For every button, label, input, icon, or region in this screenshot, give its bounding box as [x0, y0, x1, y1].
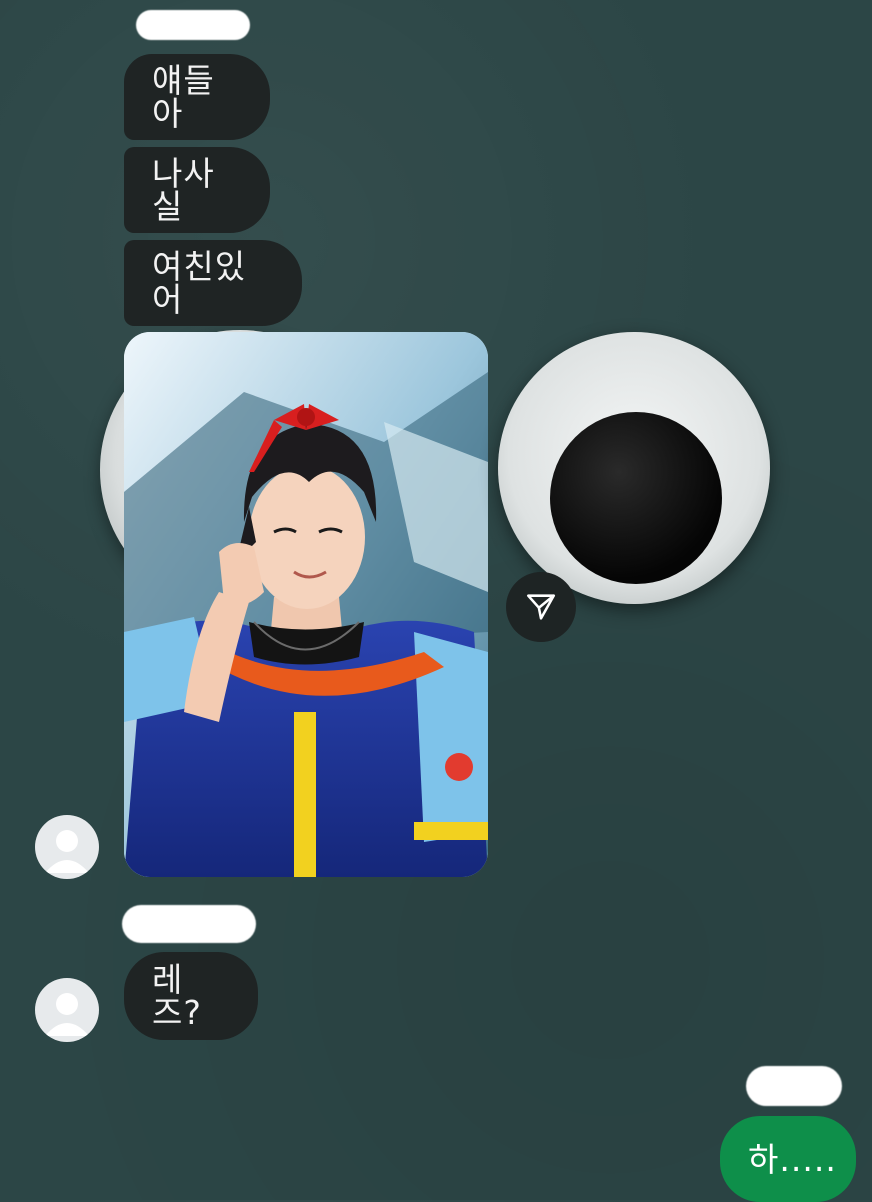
share-send-icon	[526, 594, 556, 620]
sender-name-redacted	[136, 10, 250, 40]
sender-avatar[interactable]	[35, 978, 99, 1042]
googly-eye-sticker	[498, 332, 770, 604]
chat-message-bubble[interactable]: 나사실	[124, 147, 270, 233]
share-button[interactable]	[506, 572, 576, 642]
default-avatar-icon	[45, 993, 89, 1036]
sender-avatar[interactable]	[35, 815, 99, 879]
chat-message-bubble[interactable]: 레즈?	[124, 952, 258, 1040]
sender-name-redacted	[122, 905, 256, 943]
default-avatar-icon	[45, 830, 89, 873]
message-text: 여친있어	[152, 247, 247, 319]
googly-eye-pupil	[550, 412, 722, 584]
photo-image	[124, 332, 488, 877]
message-text: 나사실	[152, 154, 215, 226]
chat-message-bubble[interactable]: 얘들아	[124, 54, 270, 140]
photo-message[interactable]	[124, 332, 488, 877]
sender-name-redacted	[746, 1066, 842, 1106]
message-text: 얘들아	[152, 61, 215, 133]
message-text: 하.....	[748, 1139, 837, 1179]
my-message-bubble[interactable]: 하.....	[720, 1116, 856, 1202]
message-text: 레즈?	[152, 960, 202, 1032]
chat-message-bubble[interactable]: 여친있어	[124, 240, 302, 326]
